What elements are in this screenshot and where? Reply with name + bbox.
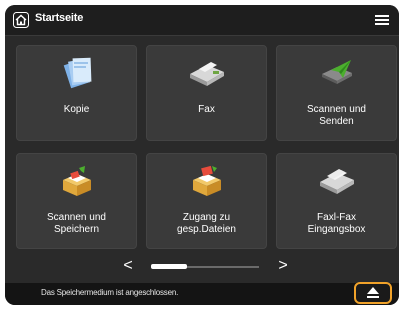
eject-button[interactable] xyxy=(354,282,392,304)
status-bar: Das Speichermedium ist angeschlossen. xyxy=(5,283,399,305)
tile-label: Fax xyxy=(198,104,215,115)
copy-icon xyxy=(63,57,92,89)
stored-files-icon xyxy=(193,165,221,196)
page-title: Startseite xyxy=(35,12,84,24)
eject-icon xyxy=(367,287,379,298)
status-message: Das Speichermedium ist angeschlossen. xyxy=(41,288,179,297)
hamburger-menu-icon[interactable] xyxy=(373,11,391,29)
top-bar: Startseite xyxy=(5,5,399,36)
page-navigation: < > xyxy=(5,255,399,279)
scan-store-icon xyxy=(63,166,91,196)
page-indicator-thumb xyxy=(151,264,187,269)
device-screen: Startseite Kopie Fax Scannen und Senden … xyxy=(5,5,399,305)
home-icon[interactable] xyxy=(13,12,29,28)
tile-label: Kopie xyxy=(63,104,90,115)
previous-page-button[interactable]: < xyxy=(120,257,136,275)
tile-label: Zugang zu gesp.Dateien xyxy=(177,212,236,235)
tile-fax[interactable]: Fax xyxy=(146,45,267,141)
tile-scan-send[interactable]: Scannen und Senden xyxy=(276,45,397,141)
fax-inbox-icon xyxy=(320,169,354,194)
next-page-button[interactable]: > xyxy=(275,257,291,275)
scan-send-icon xyxy=(322,60,352,84)
tile-scan-store[interactable]: Scannen und Speichern xyxy=(16,153,137,249)
tile-label: Scannen und Senden xyxy=(307,104,366,127)
tile-copy[interactable]: Kopie xyxy=(16,45,137,141)
tile-stored-files[interactable]: Zugang zu gesp.Dateien xyxy=(146,153,267,249)
tile-label: Scannen und Speichern xyxy=(47,212,106,235)
tile-label: Faxl-Fax Eingangsbox xyxy=(307,212,366,235)
fax-icon xyxy=(190,62,224,86)
function-grid: Kopie Fax Scannen und Senden Scannen und… xyxy=(16,45,398,249)
tile-fax-inbox[interactable]: Faxl-Fax Eingangsbox xyxy=(276,153,397,249)
